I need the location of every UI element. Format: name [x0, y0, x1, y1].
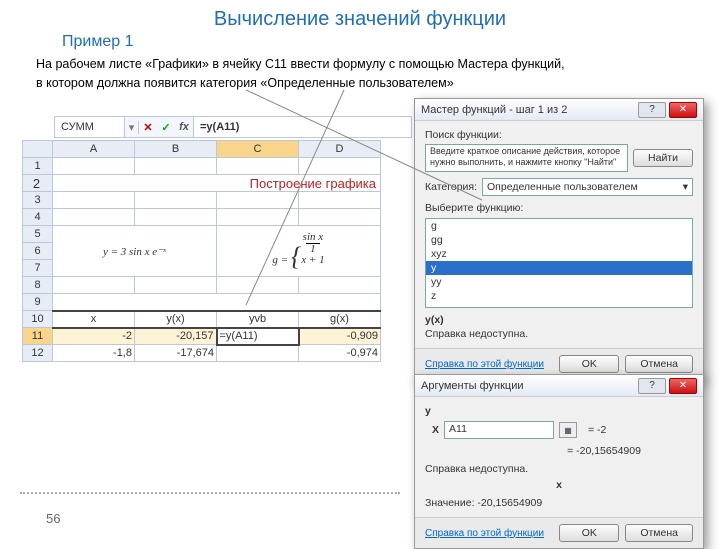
search-label: Поиск функции:: [425, 129, 693, 141]
dialog-title: Аргументы функции: [421, 380, 635, 392]
help-text: Справка недоступна.: [425, 328, 693, 340]
accept-formula-icon[interactable]: ✓: [157, 121, 175, 134]
arg-input[interactable]: A11: [444, 421, 554, 439]
worksheet-grid[interactable]: A B C D 1 2Построение графика 3 4 5 y = …: [22, 140, 381, 362]
value-result: -20,15654909: [477, 497, 542, 509]
equation-y: y = 3 sin x e⁻ˣ: [53, 226, 217, 277]
row-header[interactable]: 9: [23, 294, 53, 311]
slide-title: Вычисление значений функции: [0, 0, 720, 31]
cell[interactable]: -20,157: [135, 328, 217, 345]
formula-bar: СУММ ▾ ✕ ✓ fx =y(A11): [54, 116, 412, 138]
help-link[interactable]: Справка по этой функции: [425, 359, 553, 370]
list-item-selected[interactable]: y: [426, 261, 692, 275]
arg-eval: = -2: [588, 424, 606, 436]
category-select[interactable]: Определенные пользователем ▾: [482, 178, 693, 196]
row-header[interactable]: 3: [23, 192, 53, 209]
function-arguments-dialog: Аргументы функции ? ✕ y X A11 ▦ = -2 = -…: [414, 374, 704, 549]
row-header[interactable]: 7: [23, 260, 53, 277]
dialog-title: Мастер функций - шаг 1 из 2: [421, 104, 635, 116]
list-item[interactable]: g: [426, 219, 692, 233]
example-label: Пример 1: [62, 33, 720, 51]
cancel-formula-icon[interactable]: ✕: [139, 121, 157, 134]
cell[interactable]: [217, 345, 299, 362]
value-label: Значение:: [425, 497, 474, 509]
col-header-d[interactable]: D: [299, 141, 381, 158]
col-header-c[interactable]: C: [217, 141, 299, 158]
close-button[interactable]: ✕: [669, 102, 697, 118]
dialog-titlebar: Аргументы функции ? ✕: [415, 375, 703, 397]
fx-icon[interactable]: fx: [175, 121, 193, 133]
header-cell: y(x): [135, 311, 217, 328]
list-item[interactable]: yy: [426, 275, 692, 289]
cell[interactable]: -1,8: [53, 345, 135, 362]
result-eval: = -20,15654909: [515, 445, 693, 457]
divider: [20, 492, 400, 494]
row-header[interactable]: 6: [23, 243, 53, 260]
cell[interactable]: -0,974: [299, 345, 381, 362]
cancel-button[interactable]: Отмена: [625, 355, 693, 373]
category-value: Определенные пользователем: [487, 181, 638, 193]
category-label: Категория:: [425, 181, 477, 193]
help-text: Справка недоступна.: [425, 463, 693, 475]
help-button[interactable]: ?: [638, 102, 666, 118]
row-header[interactable]: 11: [23, 328, 53, 345]
ok-button[interactable]: OK: [559, 524, 619, 542]
equation-g: g = {sin x1x + 1: [217, 226, 381, 277]
page-number: 56: [46, 511, 60, 526]
list-item[interactable]: xyz: [426, 247, 692, 261]
function-signature: y(x): [425, 314, 693, 326]
cell[interactable]: -0,909: [299, 328, 381, 345]
cell[interactable]: -17,674: [135, 345, 217, 362]
arg-name: x: [425, 479, 693, 491]
arg-label: X: [425, 424, 439, 436]
name-box[interactable]: СУММ: [55, 117, 125, 137]
list-item[interactable]: gg: [426, 233, 692, 247]
row-header[interactable]: 12: [23, 345, 53, 362]
ok-button[interactable]: OK: [559, 355, 619, 373]
cancel-button[interactable]: Отмена: [625, 524, 693, 542]
search-input[interactable]: Введите краткое описание действия, котор…: [425, 144, 628, 172]
select-function-label: Выберите функцию:: [425, 202, 693, 214]
row-header[interactable]: 5: [23, 226, 53, 243]
excel-screenshot: СУММ ▾ ✕ ✓ fx =y(A11) A B C D 1 2Построе…: [22, 102, 422, 362]
function-list[interactable]: g gg xyz y yy z: [425, 218, 693, 308]
dialog-titlebar: Мастер функций - шаг 1 из 2 ? ✕: [415, 99, 703, 121]
help-link[interactable]: Справка по этой функции: [425, 528, 553, 539]
function-wizard-dialog: Мастер функций - шаг 1 из 2 ? ✕ Поиск фу…: [414, 98, 704, 380]
close-button[interactable]: ✕: [669, 378, 697, 394]
instruction-line-2: в котором должна появится категория «Опр…: [36, 74, 684, 93]
header-cell: g(x): [299, 311, 381, 328]
col-header-a[interactable]: A: [53, 141, 135, 158]
row-header[interactable]: 2: [23, 175, 53, 192]
row-header[interactable]: 8: [23, 277, 53, 294]
col-header-b[interactable]: B: [135, 141, 217, 158]
help-button[interactable]: ?: [638, 378, 666, 394]
row-header[interactable]: 1: [23, 158, 53, 175]
name-box-dropdown[interactable]: ▾: [125, 121, 139, 134]
instructions: На рабочем листе «Графики» в ячейку С11 …: [36, 55, 684, 93]
row-header[interactable]: 10: [23, 311, 53, 328]
chevron-down-icon: ▾: [683, 181, 688, 193]
header-cell: yvb: [217, 311, 299, 328]
list-item[interactable]: z: [426, 289, 692, 303]
row-header[interactable]: 4: [23, 209, 53, 226]
formula-input[interactable]: =y(A11): [193, 117, 411, 137]
sheet-title-cell: Построение графика: [53, 175, 381, 192]
cell[interactable]: -2: [53, 328, 135, 345]
active-cell[interactable]: =y(A11): [217, 328, 299, 345]
function-name: y: [425, 405, 693, 417]
range-selector-icon[interactable]: ▦: [559, 422, 577, 438]
instruction-line-1: На рабочем листе «Графики» в ячейку С11 …: [36, 55, 684, 74]
header-cell: x: [53, 311, 135, 328]
find-button[interactable]: Найти: [633, 149, 693, 167]
select-all-corner[interactable]: [23, 141, 53, 158]
